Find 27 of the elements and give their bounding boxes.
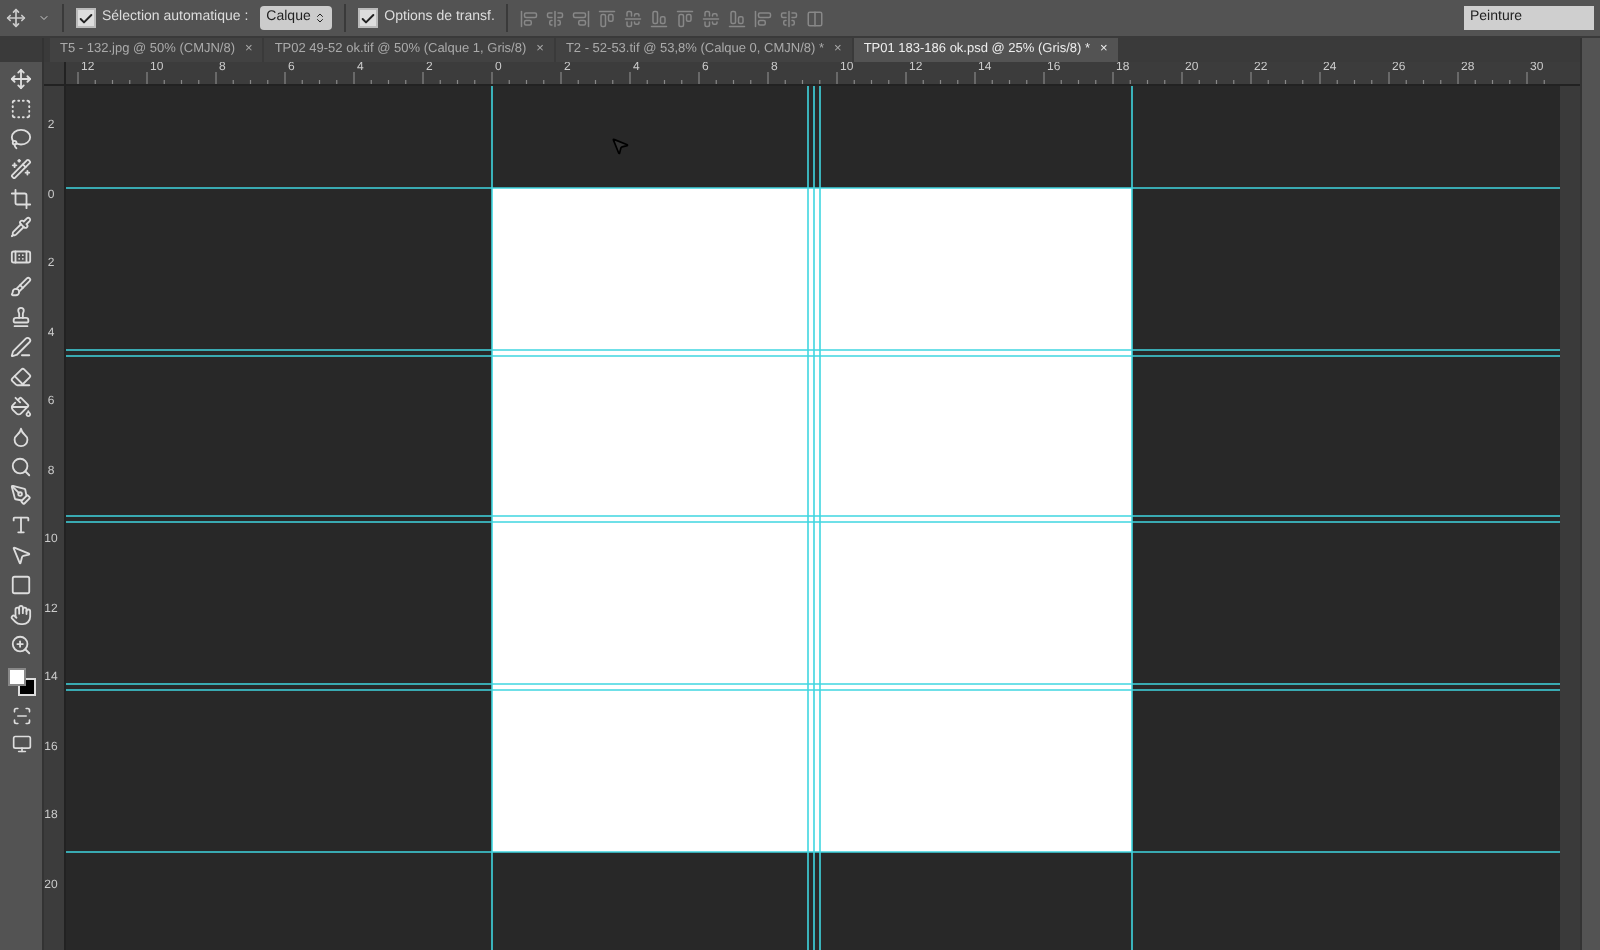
brush-tool-icon[interactable] bbox=[10, 276, 32, 299]
checkbox[interactable] bbox=[358, 8, 379, 28]
move-tool-icon[interactable] bbox=[6, 8, 26, 28]
checkbox[interactable] bbox=[76, 8, 96, 28]
lasso-tool-icon[interactable] bbox=[10, 127, 32, 150]
pen-tool-icon[interactable] bbox=[10, 484, 32, 507]
quick-mask-icon[interactable] bbox=[11, 705, 31, 726]
move-tool-icon[interactable] bbox=[10, 68, 32, 90]
drop-tool-icon[interactable] bbox=[10, 425, 32, 448]
eyedropper-tool-icon[interactable] bbox=[10, 216, 32, 239]
bucket-tool-icon[interactable] bbox=[10, 395, 32, 418]
wand-tool-icon[interactable] bbox=[10, 157, 32, 180]
foreground-color-swatch[interactable] bbox=[7, 667, 25, 686]
bandage-tool-icon[interactable] bbox=[10, 246, 32, 269]
hand-tool-icon[interactable] bbox=[10, 604, 32, 627]
magnifier-tool-icon[interactable] bbox=[10, 455, 32, 478]
stamp-tool-icon[interactable] bbox=[10, 306, 32, 329]
pointer-tool-icon[interactable] bbox=[10, 544, 32, 567]
marquee-tool-icon[interactable] bbox=[10, 97, 32, 120]
eraser-tool-icon[interactable] bbox=[10, 365, 32, 388]
type-tool-icon[interactable] bbox=[10, 514, 32, 537]
pencil-tool-icon[interactable] bbox=[10, 336, 32, 359]
rectangle-tool-icon[interactable] bbox=[10, 574, 32, 597]
zoom-tool-icon[interactable] bbox=[10, 633, 32, 656]
cursor-icon bbox=[610, 136, 630, 156]
screen-mode-icon[interactable] bbox=[11, 733, 31, 754]
crop-tool-icon[interactable] bbox=[10, 187, 32, 210]
